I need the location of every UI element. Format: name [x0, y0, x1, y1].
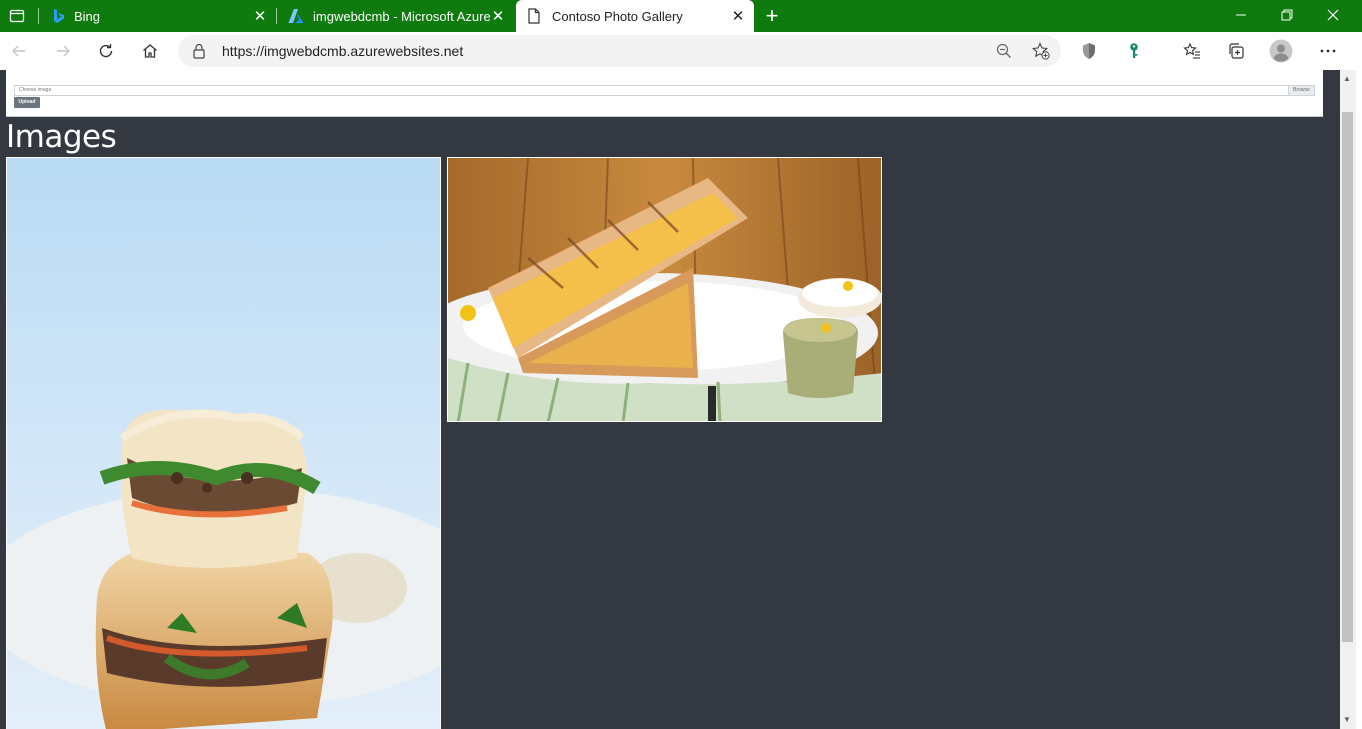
tab-azure[interactable]: imgwebdcmb - Microsoft Azure ✕ — [278, 0, 514, 32]
upload-button[interactable]: Upload — [14, 97, 40, 108]
close-tab-icon[interactable]: ✕ — [730, 8, 746, 25]
refresh-button[interactable] — [91, 36, 121, 66]
browse-button[interactable]: Browse — [1288, 85, 1315, 96]
close-tab-icon[interactable]: ✕ — [490, 8, 506, 25]
forward-button[interactable] — [48, 36, 78, 66]
upload-form: Choose image Browse Upload — [6, 70, 1323, 117]
address-bar[interactable]: https://imgwebdcmb.azurewebsites.net — [178, 35, 1061, 67]
lock-icon[interactable] — [192, 43, 206, 64]
zoom-out-icon[interactable] — [996, 43, 1012, 64]
tab-bing[interactable]: Bing ✕ — [44, 0, 276, 32]
gallery-image-grilled-sandwich[interactable] — [447, 157, 882, 422]
new-tab-label: + — [765, 3, 779, 28]
restore-button[interactable] — [1264, 0, 1310, 30]
file-input[interactable]: Choose image — [14, 85, 1292, 96]
page-scrollbar[interactable]: ▲ ▼ — [1340, 70, 1356, 729]
collections-icon[interactable] — [1221, 36, 1251, 66]
bing-icon — [52, 8, 66, 27]
page-viewport: Choose image Browse Upload Images — [0, 70, 1340, 729]
file-input-placeholder: Choose image — [19, 87, 52, 93]
new-tab-button[interactable]: + — [757, 1, 787, 31]
scroll-down-arrow-icon[interactable]: ▼ — [1343, 715, 1351, 724]
tab-separator — [276, 8, 277, 24]
profile-avatar[interactable] — [1266, 36, 1296, 66]
tab-separator — [38, 8, 39, 24]
tab-label: Bing — [74, 8, 101, 24]
back-button[interactable] — [4, 36, 34, 66]
favorites-icon[interactable] — [1177, 36, 1207, 66]
close-window-button[interactable] — [1310, 0, 1356, 30]
shield-icon[interactable] — [1074, 36, 1104, 66]
page-title: Images — [6, 119, 117, 155]
address-url[interactable]: https://imgwebdcmb.azurewebsites.net — [222, 43, 463, 59]
tab-strip: Bing ✕ imgwebdcmb - Microsoft Azure ✕ Co… — [0, 0, 1362, 33]
tab-label: imgwebdcmb - Microsoft Azure — [313, 8, 491, 24]
tab-contoso-photo-gallery[interactable]: Contoso Photo Gallery ✕ — [516, 0, 754, 33]
tab-actions-icon[interactable] — [2, 1, 32, 31]
browser-toolbar: https://imgwebdcmb.azurewebsites.net — [0, 32, 1362, 91]
azure-icon — [288, 8, 304, 27]
home-button[interactable] — [135, 36, 165, 66]
page-icon — [527, 8, 541, 27]
tab-label: Contoso Photo Gallery — [552, 9, 683, 24]
add-favorite-icon[interactable] — [1031, 42, 1050, 65]
scrollbar-thumb[interactable] — [1342, 112, 1353, 642]
window-edge — [1356, 70, 1362, 729]
minimize-button[interactable] — [1218, 0, 1264, 30]
scroll-up-arrow-icon[interactable]: ▲ — [1343, 74, 1351, 83]
more-menu-icon[interactable] — [1313, 36, 1343, 66]
gallery-image-banh-mi[interactable] — [6, 157, 441, 729]
close-tab-icon[interactable]: ✕ — [252, 8, 268, 25]
key-extension-icon[interactable] — [1119, 36, 1149, 66]
